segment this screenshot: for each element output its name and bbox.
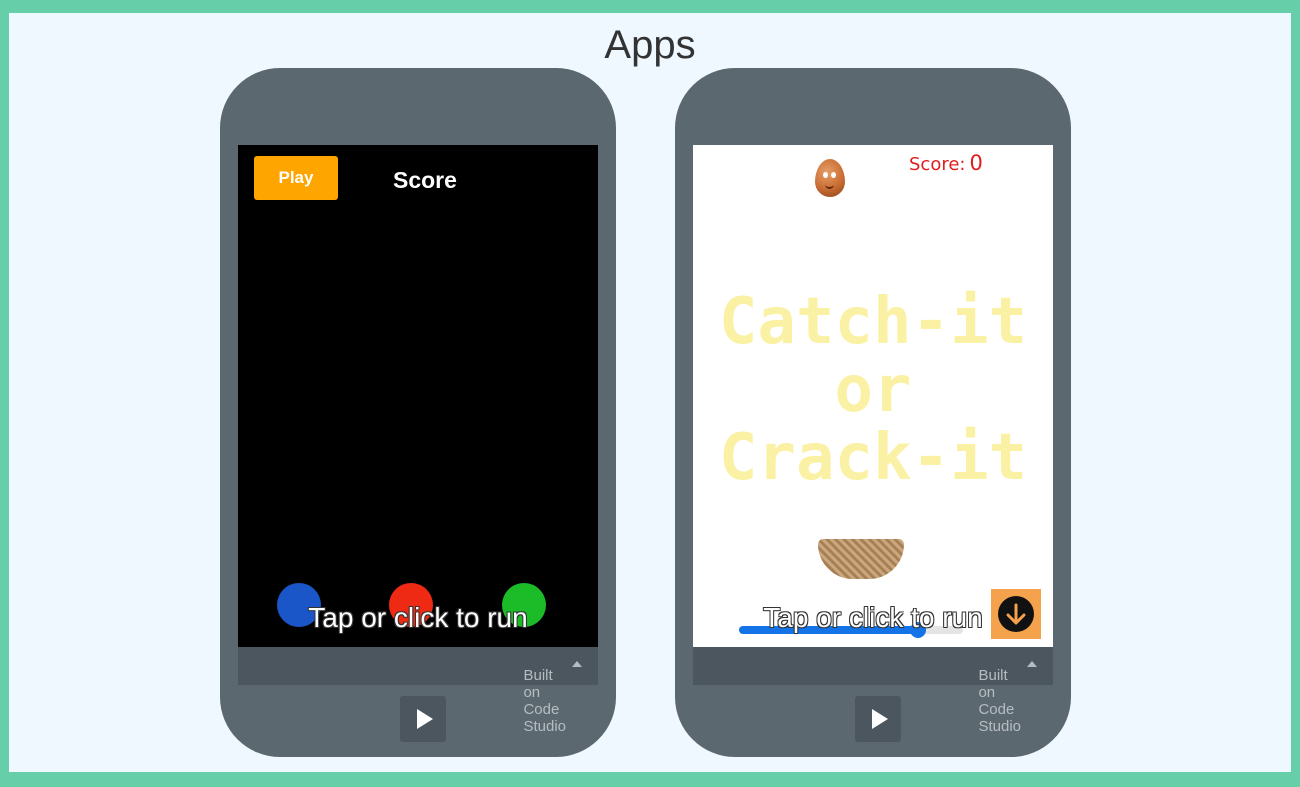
built-on-label: Built on Code Studio [523,667,567,735]
page-panel: Apps Play Score Tap or click to run Buil… [9,13,1291,772]
built-on-bar[interactable]: Built on Code Studio [238,647,598,735]
built-on-label: Built on Code Studio [978,667,1022,735]
arrow-down-circle [998,596,1034,632]
run-button[interactable] [855,696,901,742]
caret-up-icon [572,661,582,667]
play-icon [417,709,433,729]
play-button[interactable]: Play [254,156,338,200]
egg-icon [815,159,845,197]
phone-frame-left: Play Score Tap or click to run Built on … [220,68,616,757]
game-title: Catch-it or Crack-it [693,288,1053,492]
score-label: Score: [909,154,966,175]
title-line-3: Crack-it [718,421,1028,495]
basket-image [816,537,906,583]
egg-mouth [825,183,834,189]
egg-eye-left [823,172,828,178]
arrow-down-icon [1006,603,1026,625]
caret-up-icon [1027,661,1037,667]
run-button[interactable] [400,696,446,742]
title-line-2: or [834,353,912,427]
tap-to-run-text[interactable]: Tap or click to run [238,602,598,634]
title-line-1: Catch-it [718,285,1028,359]
score-label: Score [393,167,457,193]
built-on-link[interactable]: Built on Code Studio [978,657,1037,735]
built-on-link[interactable]: Built on Code Studio [523,657,582,735]
app-screen-right[interactable]: Score: 0 Catch-it or Crack-it Tap or clic… [693,145,1053,647]
score-value: 0 [969,151,983,175]
basket-bowl [818,539,904,579]
page-title: Apps [604,23,696,67]
play-icon [872,709,888,729]
score-display: Score: 0 [909,151,983,175]
phone-frame-right: Score: 0 Catch-it or Crack-it Tap or clic… [675,68,1071,757]
built-on-bar[interactable]: Built on Code Studio [693,647,1053,735]
egg-eye-right [831,172,836,178]
app-screen-left[interactable]: Play Score Tap or click to run [238,145,598,647]
drop-button[interactable] [991,589,1041,639]
